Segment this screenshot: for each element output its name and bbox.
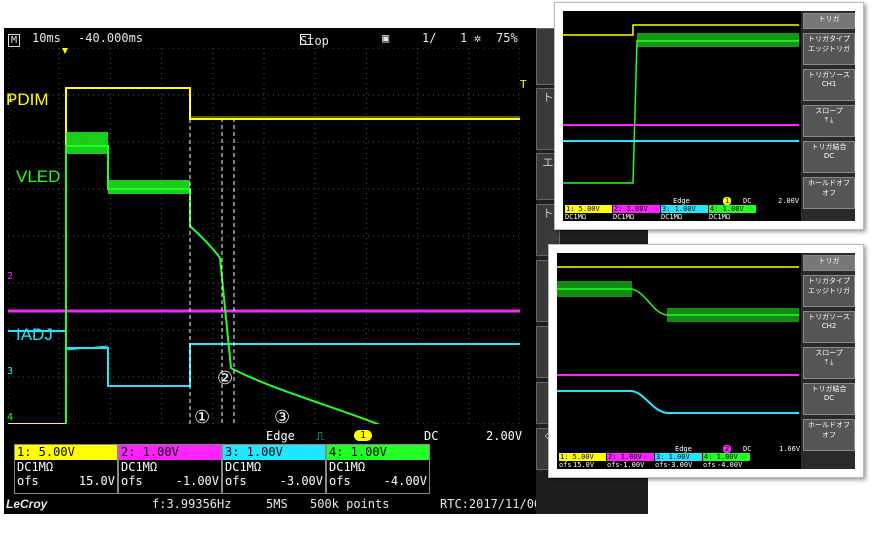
ch3-coupling: DC1MΩ <box>225 460 262 474</box>
ch2-info-box[interactable]: 2: 1.00V DC1MΩ ofs -1.00V <box>118 444 222 494</box>
trigger-level-marker: T <box>520 78 527 91</box>
copy-icon: ▣ <box>382 31 390 45</box>
annotation-1: ① <box>194 407 211 428</box>
sample-rate: 5MS <box>266 497 288 511</box>
inset1-holdoff[interactable]: ホールドオフ オフ <box>803 177 855 209</box>
inset1-coupling-row: DC1MΩ DC1MΩ DC1MΩ DC1MΩ <box>565 213 731 221</box>
status-bar: M 10ms -40.000ms Stop ▣ 1/ 1 ✲ 75% <box>4 28 524 48</box>
inset1-waveforms <box>563 24 799 184</box>
inset1-coupling[interactable]: トリガ結合 DC <box>803 141 855 173</box>
inset2-ofs-row: ofs 15.0V ofs -1.00V ofs -3.00V ofs -4.0… <box>559 461 743 469</box>
inset2-ch2-label: 2: 1.00V <box>607 453 654 461</box>
inset2-slope[interactable]: スロープ ⤒ ⤓ <box>803 347 855 379</box>
inset1-trigger-menu: トリガ トリガタイプ エッジトリガ トリガソース CH1 スロープ ⤒ ⤓ トリガ結合… <box>801 11 855 221</box>
inset2-holdoff[interactable]: ホールドオフ オフ <box>803 419 855 451</box>
ch1-marker: 1 <box>7 94 14 105</box>
inset2-trigger-line: Edge 2 DC 1.66V <box>675 445 801 453</box>
inset1-ch4-ripple <box>637 33 799 47</box>
inset2-ch4-ripple-a <box>557 281 632 297</box>
inset2-waveforms <box>557 266 799 414</box>
inset1-ch4-trace <box>563 40 799 184</box>
ch4-header: 4: 1.00V <box>327 445 429 460</box>
ch3-marker: 3 <box>7 366 14 377</box>
inset2-ch3-trace <box>557 390 799 414</box>
inset2-ch3-label: 3: 1.00V <box>655 453 702 461</box>
inset2-trigger-source[interactable]: トリガソース CH2 <box>803 311 855 343</box>
battery-level: 75% <box>496 31 518 45</box>
ch4-noise-band-2 <box>108 180 190 194</box>
inset1-screen: Edge 1 DC 2.00V 1: 5.00V 2: 1.00V 3: 1.0… <box>563 11 855 221</box>
ch3-info-box[interactable]: 3: 1.00V DC1MΩ ofs -3.00V <box>222 444 326 494</box>
ch4-noise-band-1 <box>66 132 108 154</box>
ch1-header: 1: 5.00V <box>15 445 117 460</box>
trigger-type: Edge <box>266 429 295 443</box>
inset1-ch2-label: 2: 1.00V <box>613 205 660 213</box>
inset1-ch3-label: 3: 1.00V <box>661 205 708 213</box>
ch2-coupling: DC1MΩ <box>121 460 158 474</box>
ch3-noise <box>65 345 109 351</box>
inset1-slope[interactable]: スロープ ⤒ ⤓ <box>803 105 855 137</box>
ch4-offset: -4.00V <box>383 474 427 488</box>
page-readout: 1/ <box>422 31 437 45</box>
trigger-source-badge: 1 <box>354 430 373 441</box>
label-vled: VLED <box>16 167 61 186</box>
inset1-ch1-label: 1: 5.00V <box>565 205 612 213</box>
trigger-position-marker <box>62 48 68 54</box>
ch4-marker: 4 <box>7 412 14 423</box>
annotation-3: ③ <box>274 407 291 428</box>
edge-slope-icon: ⎍ <box>316 429 325 443</box>
ch1-info-box[interactable]: 1: 5.00V DC1MΩ ofs 15.0V <box>14 444 118 494</box>
gear-icon: ✲ <box>474 31 482 45</box>
frequency-readout: f:3.99356Hz <box>152 497 232 511</box>
ch2-offset: -1.00V <box>175 474 219 488</box>
trigger-coupling: DC <box>424 429 439 443</box>
inset2-trigger-type[interactable]: トリガタイプ エッジトリガ <box>803 275 855 307</box>
inset1-ch4-label: 4: 1.00V <box>709 205 756 213</box>
brand-logo: LeCroy <box>6 497 48 511</box>
inset1-trigger-source[interactable]: トリガソース CH1 <box>803 69 855 101</box>
ch3-offset: -3.00V <box>279 474 323 488</box>
ch4-coupling: DC1MΩ <box>329 460 366 474</box>
inset2-ch4-ripple-b <box>667 308 799 322</box>
timebase-readout: 10ms <box>32 31 61 45</box>
inset-screenshot-2: Edge 2 DC 1.66V 1: 5.00V 2: 1.00V 3: 1.0… <box>548 244 864 478</box>
ch4-trace <box>65 145 381 424</box>
annotation-2: ② <box>217 368 234 389</box>
ch4-info-box[interactable]: 4: 1.00V DC1MΩ ofs -4.00V <box>326 444 430 494</box>
page-total: 1 <box>460 31 468 45</box>
inset2-screen: Edge 2 DC 1.66V 1: 5.00V 2: 1.00V 3: 1.0… <box>557 253 855 469</box>
label-iadj: IADJ <box>16 325 53 344</box>
trigger-status-line: Edge ⎍ 1 DC 2.00V <box>4 428 536 444</box>
inset2-ch1-label: 1: 5.00V <box>559 453 606 461</box>
inset1-trigger-line: Edge 1 DC 2.00V <box>673 197 800 205</box>
record-length: 500k points <box>310 497 390 511</box>
ch3-header: 3: 1.00V <box>223 445 325 460</box>
inset1-menu-title: トリガ <box>803 13 855 29</box>
inset2-coupling[interactable]: トリガ結合 DC <box>803 383 855 415</box>
inset2-ch4-label: 4: 1.00V <box>703 453 750 461</box>
ch2-marker: 2 <box>7 271 14 282</box>
delay-readout: -40.000ms <box>78 31 144 45</box>
inset2-trigger-menu: トリガ トリガタイプ エッジトリガ トリガソース CH2 スロープ ⤒ ⤓ トリガ結合… <box>801 253 855 469</box>
graticule <box>8 48 520 424</box>
waveform-display <box>8 48 520 424</box>
inset2-menu-title: トリガ <box>803 255 855 271</box>
ch1-offset: 15.0V <box>78 474 115 488</box>
inset1-trigger-type[interactable]: トリガタイプ エッジトリガ <box>803 33 855 65</box>
ch2-header: 2: 1.00V <box>119 445 221 460</box>
inset-screenshot-1: Edge 1 DC 2.00V 1: 5.00V 2: 1.00V 3: 1.0… <box>554 2 864 230</box>
ch1-coupling: DC1MΩ <box>17 460 54 474</box>
trigger-level: 2.00V <box>486 429 523 443</box>
